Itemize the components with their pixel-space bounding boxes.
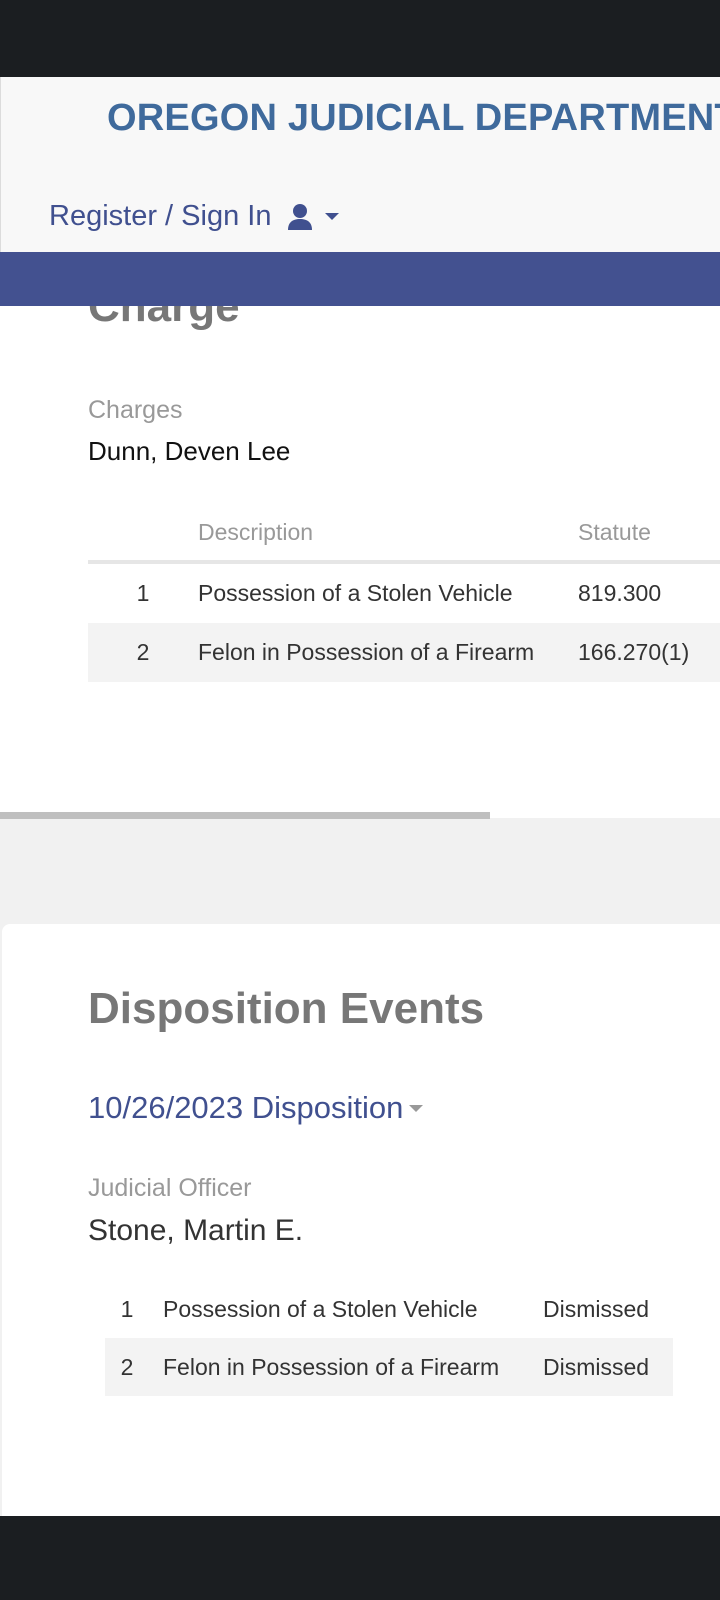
status-bar [0, 0, 720, 77]
horizontal-scrollbar[interactable] [0, 812, 490, 819]
disposition-number: 2 [105, 1338, 149, 1396]
charge-heading: Charge [88, 306, 240, 331]
charge-statute: 166.270(1) [578, 623, 720, 682]
disposition-number: 1 [120, 1295, 134, 1322]
table-row[interactable]: 1 Possession of a Stolen Vehicle 819.300 [88, 562, 720, 623]
disposition-description: Possession of a Stolen Vehicle [163, 1295, 478, 1322]
site-title[interactable]: OREGON JUDICIAL DEPARTMENT [107, 97, 720, 140]
disposition-panel: Disposition Events 10/26/2023 Dispositio… [2, 924, 720, 1516]
charges-table: Description Statute 1 Possession of a St… [88, 504, 720, 682]
disposition-description: Felon in Possession of a Firearm [149, 1338, 543, 1396]
disposition-event-label: 10/26/2023 Disposition [88, 1090, 404, 1125]
site-header: OREGON JUDICIAL DEPARTMENT Register / Si… [0, 77, 720, 252]
column-header-number [88, 504, 198, 564]
chevron-down-icon [325, 213, 340, 220]
column-header-description: Description [198, 504, 578, 564]
system-navigation-bar [0, 1516, 720, 1600]
disposition-event-toggle[interactable]: 10/26/2023 Disposition [88, 1090, 424, 1126]
charge-statute: 819.300 [578, 580, 662, 606]
charge-description: Possession of a Stolen Vehicle [198, 580, 513, 606]
charge-number: 2 [88, 623, 198, 682]
judicial-officer-name: Stone, Martin E. [88, 1214, 304, 1247]
disposition-result: Dismissed [543, 1338, 673, 1396]
navigation-band [0, 252, 720, 306]
charged-party-name: Dunn, Deven Lee [88, 436, 291, 466]
disposition-table: 1 Possession of a Stolen Vehicle Dismiss… [105, 1280, 673, 1396]
user-icon [287, 203, 313, 231]
disposition-result: Dismissed [543, 1295, 650, 1322]
table-row: 1 Possession of a Stolen Vehicle Dismiss… [105, 1280, 673, 1338]
table-header-row: Description Statute [88, 504, 720, 564]
charge-description: Felon in Possession of a Firearm [198, 639, 535, 665]
sign-in-label: Register / Sign In [49, 200, 272, 232]
charge-number: 1 [136, 580, 150, 606]
judicial-officer-label: Judicial Officer [88, 1174, 252, 1202]
chevron-down-icon [409, 1104, 424, 1112]
register-sign-in-menu[interactable]: Register / Sign In [49, 200, 340, 233]
table-row[interactable]: 2 Felon in Possession of a Firearm 166.2… [88, 623, 720, 682]
disposition-heading: Disposition Events [88, 984, 485, 1033]
charges-label: Charges [88, 396, 183, 424]
table-row: 2 Felon in Possession of a Firearm Dismi… [105, 1338, 673, 1396]
column-header-statute: Statute [578, 504, 720, 564]
charge-panel: Charge Charges Dunn, Deven Lee Descripti… [0, 306, 720, 818]
